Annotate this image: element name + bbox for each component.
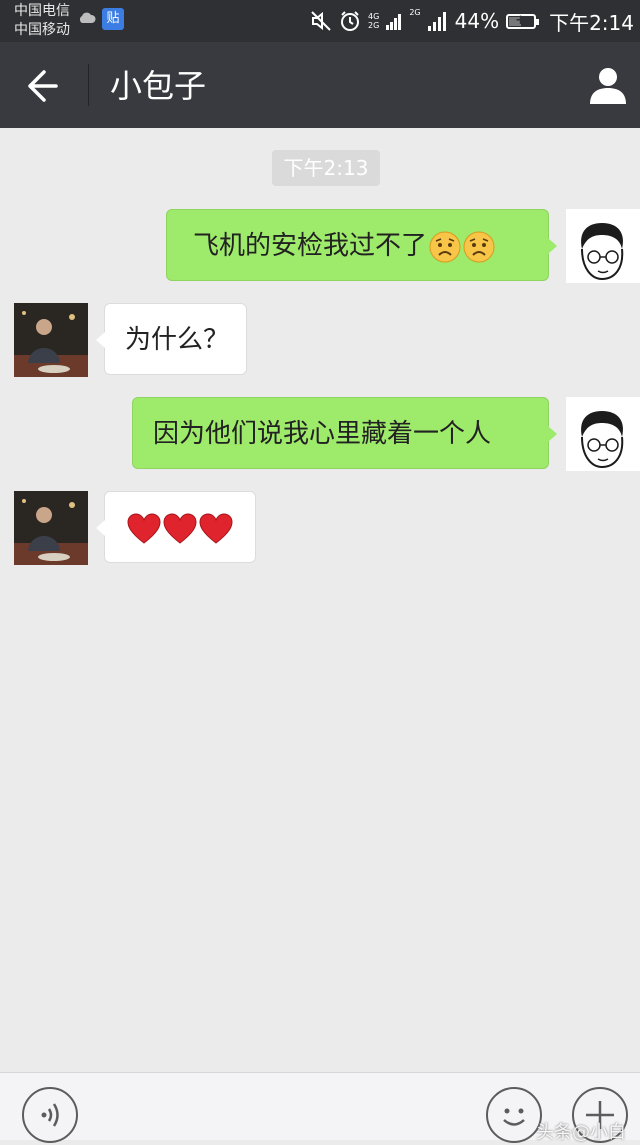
red-heart-emoji [199, 512, 233, 544]
message-bubble-sent[interactable]: 因为他们说我心里藏着一个人 [132, 397, 557, 469]
contact-avatar[interactable] [14, 491, 88, 565]
mute-icon [311, 11, 331, 31]
worried-face-emoji [429, 231, 461, 262]
signal-icon-1 [386, 14, 402, 30]
battery-percent: 44% [454, 9, 500, 33]
carrier-1: 中国电信 [14, 3, 70, 19]
carrier-2: 中国移动 [14, 22, 70, 38]
cloud-icon [79, 12, 96, 23]
back-button[interactable] [20, 64, 68, 108]
avatar-sketch-face [581, 411, 624, 469]
avatar-photo [14, 491, 88, 565]
alarm-icon [341, 11, 360, 31]
voice-button[interactable] [22, 1087, 78, 1143]
message-text: 因为他们说我心里藏着一个人 [153, 419, 492, 449]
watermark: 头条@小白 [536, 1122, 626, 1143]
red-heart-emoji [163, 512, 197, 544]
chat-info-button[interactable] [586, 64, 630, 108]
message-bubble-sent[interactable]: 飞机的安检我过不了 [166, 209, 557, 281]
header-divider [88, 64, 89, 106]
tieba-app-icon: 贴 [102, 8, 124, 30]
signal-icon-2 [427, 12, 446, 31]
avatar-photo [14, 303, 88, 377]
message-text: 为什么？ [125, 325, 230, 355]
network-type-2: 2G [409, 8, 421, 17]
my-avatar[interactable] [566, 209, 640, 283]
worried-face-emoji [463, 231, 495, 262]
status-bar: 中国电信 中国移动 贴 4G 2G 2G 44% + 下午2:14 [0, 0, 640, 42]
back-arrow-icon [28, 70, 58, 102]
voice-icon [41, 1103, 59, 1127]
message-bubble-received[interactable] [96, 491, 256, 563]
contact-avatar[interactable] [14, 303, 88, 377]
message-timestamp: 下午2:13 [272, 150, 380, 186]
smiley-icon [503, 1108, 525, 1126]
emoji-button[interactable] [486, 1087, 542, 1143]
person-icon [590, 68, 626, 104]
avatar-sketch-face [581, 223, 624, 281]
red-heart-emoji [127, 512, 161, 544]
my-avatar[interactable] [566, 397, 640, 471]
status-time: 下午2:14 [549, 10, 634, 35]
carrier-info: 中国电信 中国移动 [14, 2, 70, 40]
network-type-1: 4G 2G [368, 12, 380, 30]
message-text: 飞机的安检我过不了 [193, 231, 428, 261]
battery-icon: + [506, 13, 540, 29]
chat-title: 小包子 [110, 67, 207, 105]
message-bubble-received[interactable]: 为什么？ [96, 303, 247, 375]
chat-header: 小包子 [0, 42, 640, 128]
status-icons: 4G 2G 2G 44% + 下午2:14 [310, 0, 634, 42]
